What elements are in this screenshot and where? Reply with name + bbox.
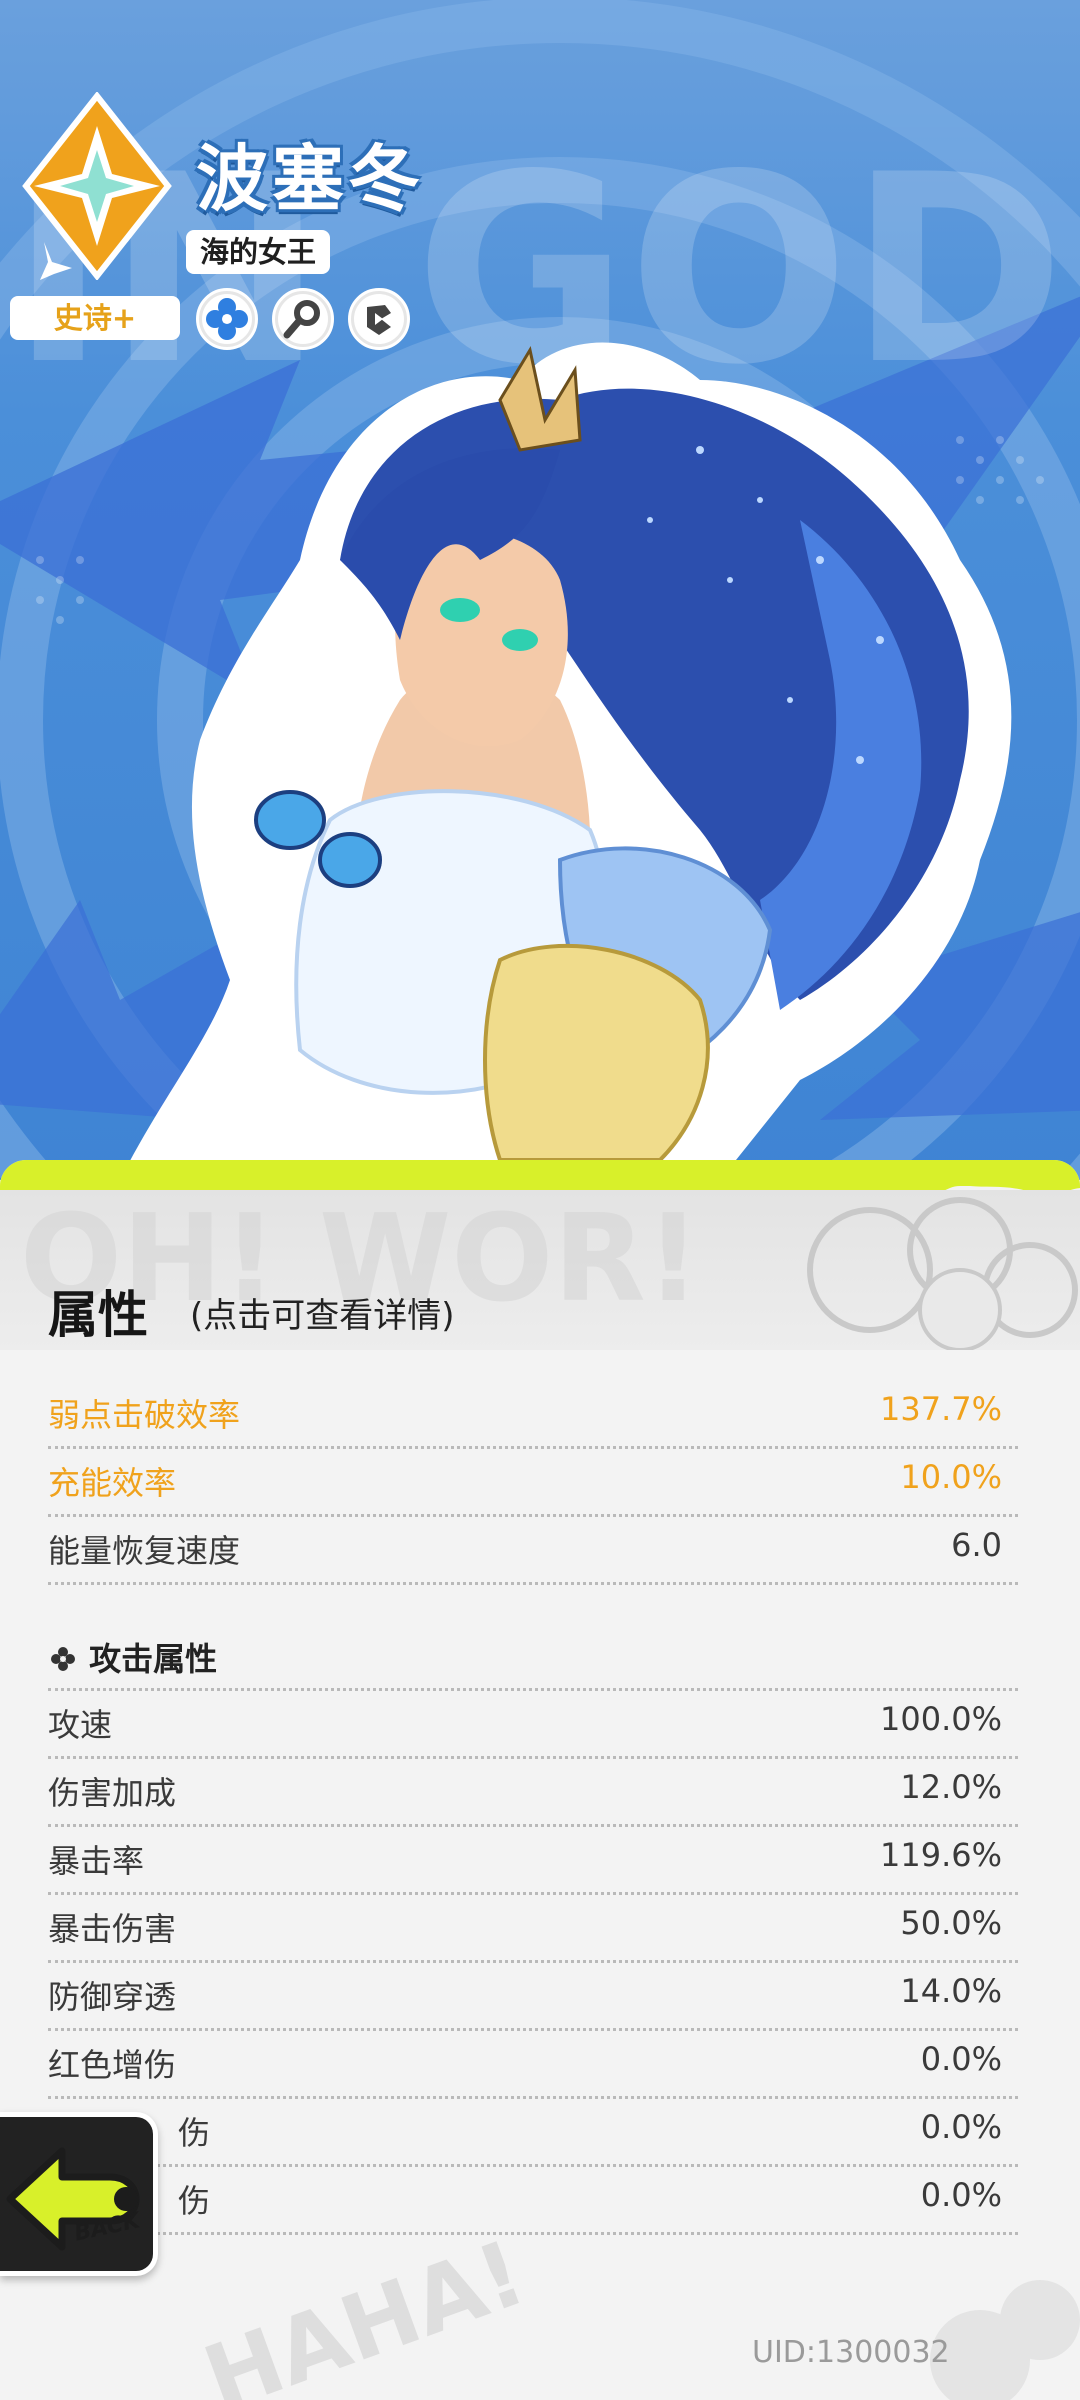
comic-footer-art: HAHA! bbox=[191, 2240, 1080, 2400]
attr-value: 0.0% bbox=[920, 2040, 1002, 2078]
attr-value: 137.7% bbox=[879, 1390, 1002, 1428]
attr-name: 充能效率 bbox=[48, 1464, 177, 1502]
attr-row-charge-efficiency[interactable]: 充能效率 10.0% bbox=[48, 1446, 1018, 1517]
flower-tag-icon[interactable] bbox=[196, 288, 258, 350]
key-tag-icon[interactable] bbox=[272, 288, 334, 350]
hero-banner: IN GOD 波塞冬 海的女王 史诗+ bbox=[0, 0, 1080, 1180]
attr-row-color-damage-2[interactable]: 伤 0.0% bbox=[48, 2096, 1018, 2167]
rarity-emblem-icon bbox=[22, 92, 172, 280]
attr-value: 10.0% bbox=[900, 1458, 1002, 1496]
back-button[interactable]: BACK bbox=[0, 2112, 158, 2276]
attr-value: 6.0 bbox=[951, 1526, 1002, 1564]
attr-value: 14.0% bbox=[900, 1972, 1002, 2010]
flower-icon bbox=[51, 1647, 75, 1671]
attr-name: 伤 bbox=[178, 2114, 211, 2152]
attr-row-def-penetration[interactable]: 防御穿透 14.0% bbox=[48, 1960, 1018, 2031]
attr-name: 防御穿透 bbox=[48, 1978, 177, 2016]
attr-name: 攻速 bbox=[48, 1706, 113, 1744]
attr-row-crit-damage[interactable]: 暴击伤害 50.0% bbox=[48, 1892, 1018, 1963]
attr-row-attack-speed[interactable]: 攻速 100.0% bbox=[48, 1688, 1018, 1759]
character-title: 海的女王 bbox=[186, 230, 331, 274]
attr-name: 伤害加成 bbox=[48, 1774, 177, 1812]
svg-text:HAHA!: HAHA! bbox=[191, 2240, 538, 2400]
shield-tag-icon[interactable] bbox=[348, 288, 410, 350]
attr-name: 伤 bbox=[178, 2182, 211, 2220]
attr-value: 12.0% bbox=[900, 1768, 1002, 1806]
section-header[interactable]: OH! WOR! 属性 (点击可查看详情) bbox=[0, 1190, 1080, 1350]
attack-group-header: 攻击属性 bbox=[48, 1620, 1018, 1691]
attr-value: 100.0% bbox=[879, 1700, 1002, 1738]
attack-group-title: 攻击属性 bbox=[48, 1634, 217, 1680]
attr-name: 弱点击破效率 bbox=[48, 1396, 241, 1434]
section-hint: (点击可查看详情) bbox=[190, 1296, 455, 1336]
attr-name: 红色增伤 bbox=[48, 2046, 177, 2084]
character-name: 波塞冬 bbox=[196, 137, 425, 221]
uid-label: UID:1300032 bbox=[752, 2335, 950, 2370]
back-arrow-icon bbox=[6, 2147, 140, 2251]
attr-value: 50.0% bbox=[900, 1904, 1002, 1942]
attr-name: 暴击率 bbox=[48, 1842, 145, 1880]
attr-row-energy-regen[interactable]: 能量恢复速度 6.0 bbox=[48, 1514, 1018, 1585]
comic-background: OH! WOR! bbox=[20, 1190, 1078, 1350]
attributes-panel: OH! WOR! 属性 (点击可查看详情) 弱点击破效率 137.7% 充能效率… bbox=[0, 1160, 1080, 2400]
attr-row-color-damage-3[interactable]: 伤 0.0% bbox=[48, 2164, 1018, 2235]
attr-name: 暴击伤害 bbox=[48, 1910, 177, 1948]
attr-name: 能量恢复速度 bbox=[48, 1532, 241, 1570]
attr-row-weak-break[interactable]: 弱点击破效率 137.7% bbox=[48, 1378, 1018, 1449]
attr-row-red-damage[interactable]: 红色增伤 0.0% bbox=[48, 2028, 1018, 2099]
attr-value: 0.0% bbox=[920, 2108, 1002, 2146]
rarity-badge: 史诗+ bbox=[10, 296, 180, 340]
attr-value: 119.6% bbox=[879, 1836, 1002, 1874]
attr-row-damage-bonus[interactable]: 伤害加成 12.0% bbox=[48, 1756, 1018, 1827]
attr-value: 0.0% bbox=[920, 2176, 1002, 2214]
attr-row-crit-rate[interactable]: 暴击率 119.6% bbox=[48, 1824, 1018, 1895]
section-title: 属性 bbox=[48, 1286, 148, 1344]
